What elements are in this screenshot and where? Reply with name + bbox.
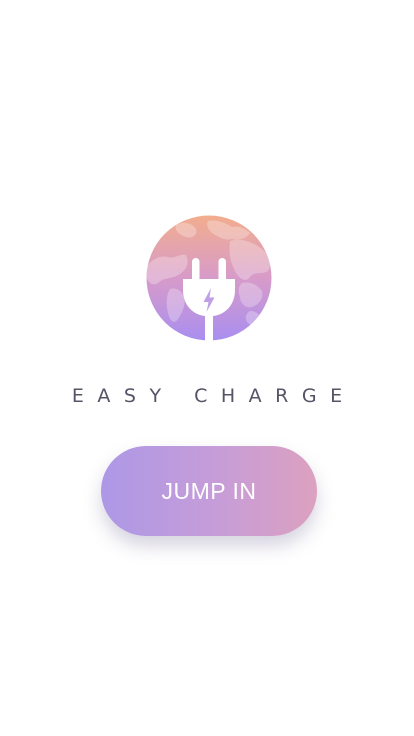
splash-screen: EASY CHARGE JUMP IN (0, 0, 414, 736)
app-logo (146, 215, 272, 341)
app-title: EASY CHARGE (71, 385, 356, 407)
globe-plug-icon (146, 215, 272, 341)
jump-in-button[interactable]: JUMP IN (101, 446, 317, 536)
